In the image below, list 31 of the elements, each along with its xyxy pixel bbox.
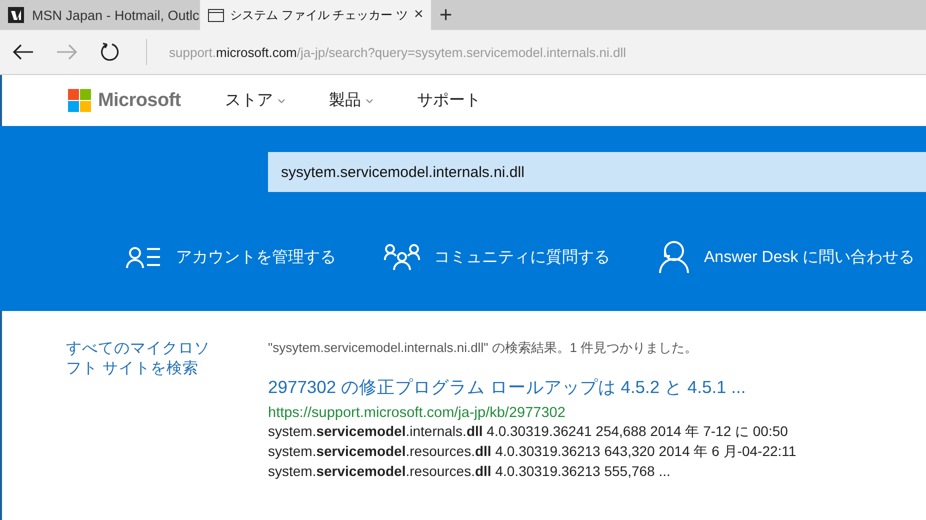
result-snippet-line: system.servicemodel.resources.dll 4.0.30319.36213 643,320 2014 年 6 月-04-22:11 (268, 442, 796, 461)
result-snippet-line: system.servicemodel.internals.dll 4.0.30319.36241 254,688 2014 年 7-12 に 00:50 (268, 422, 789, 441)
nav-menu-item[interactable]: サポート (416, 90, 481, 111)
result-title-link[interactable]: 2977302 の修正プログラム ロールアップは 4.5.2 と 4.5.1 ... (268, 375, 796, 399)
support-link[interactable]: アカウントを管理する (126, 245, 336, 269)
support-link[interactable]: コミュニティに質問する (384, 243, 610, 271)
browser-tab[interactable]: MSN Japan - Hotmail, Outlc (0, 0, 200, 30)
caret-icon (366, 99, 373, 104)
search-all-sites-link[interactable]: すべてのマイクロソフト サイトを検索 (66, 339, 216, 520)
site-logo-icon (8, 7, 24, 23)
address-field[interactable]: support.microsoft.com/ja-jp/search?query=sysytem.servicemodel.internals.ni.dll (169, 44, 626, 60)
result-url: https://support.microsoft.com/ja-jp/kb/2977302 (268, 405, 566, 421)
nav-menu-item[interactable]: ストア (224, 90, 285, 111)
page-icon (208, 8, 224, 22)
close-tab-button[interactable]: × (414, 6, 424, 24)
people-group-icon (384, 243, 420, 271)
support-link[interactable]: Answer Desk に問い合わせる (658, 240, 915, 274)
new-tab-button[interactable]: + (431, 0, 460, 30)
refresh-icon[interactable] (100, 42, 120, 62)
results-summary: "sysytem.servicemodel.internals.ni.dll" の検索結果。1 件見つかりました。 (268, 339, 699, 357)
person-list-icon (126, 245, 162, 269)
result-snippet-line: system.servicemodel.resources.dll 4.0.30319.36213 555,768 ... (268, 462, 672, 481)
caret-icon (278, 99, 285, 104)
tab-title: MSN Japan - Hotmail, Outlc (32, 8, 200, 22)
tab-title: システム ファイル チェッカー ツ (230, 6, 408, 24)
browser-tab[interactable]: システム ファイル チェッカー ツ × (200, 0, 432, 30)
back-icon[interactable] (12, 44, 34, 60)
microsoft-logo[interactable]: Microsoft (68, 88, 181, 112)
search-field[interactable]: sysytem.servicemodel.internals.ni.dll (268, 152, 926, 192)
headset-person-icon (658, 240, 690, 274)
nav-menu-item[interactable]: 製品 (328, 90, 373, 111)
